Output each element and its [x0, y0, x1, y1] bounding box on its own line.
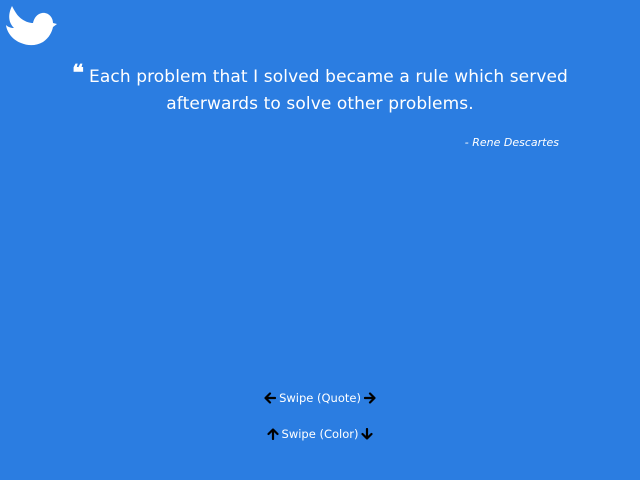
quote-line-1-text: Each problem that I solved became a rule… — [89, 67, 568, 87]
swipe-quote-label: Swipe (Quote) — [279, 391, 361, 405]
tweet-button[interactable] — [2, 2, 58, 50]
quote-text: ❝ Each problem that I solved became a rul… — [60, 60, 580, 118]
arrow-down-icon[interactable] — [361, 428, 374, 440]
swipe-color-control: Swipe (Color) — [0, 427, 640, 441]
swipe-quote-control: Swipe (Quote) — [0, 391, 640, 405]
quote-line-2: afterwards to solve other problems. — [166, 94, 474, 114]
swipe-color-label: Swipe (Color) — [281, 427, 359, 441]
arrow-up-icon[interactable] — [266, 428, 279, 440]
quote-line-1: ❝ Each problem that I solved became a rul… — [60, 60, 580, 91]
arrow-left-icon[interactable] — [264, 392, 277, 404]
arrow-right-icon[interactable] — [363, 392, 376, 404]
quote-author: - Rene Descartes — [464, 136, 559, 149]
bird-icon — [2, 2, 58, 50]
quote-mark-icon: ❝ — [72, 60, 85, 86]
